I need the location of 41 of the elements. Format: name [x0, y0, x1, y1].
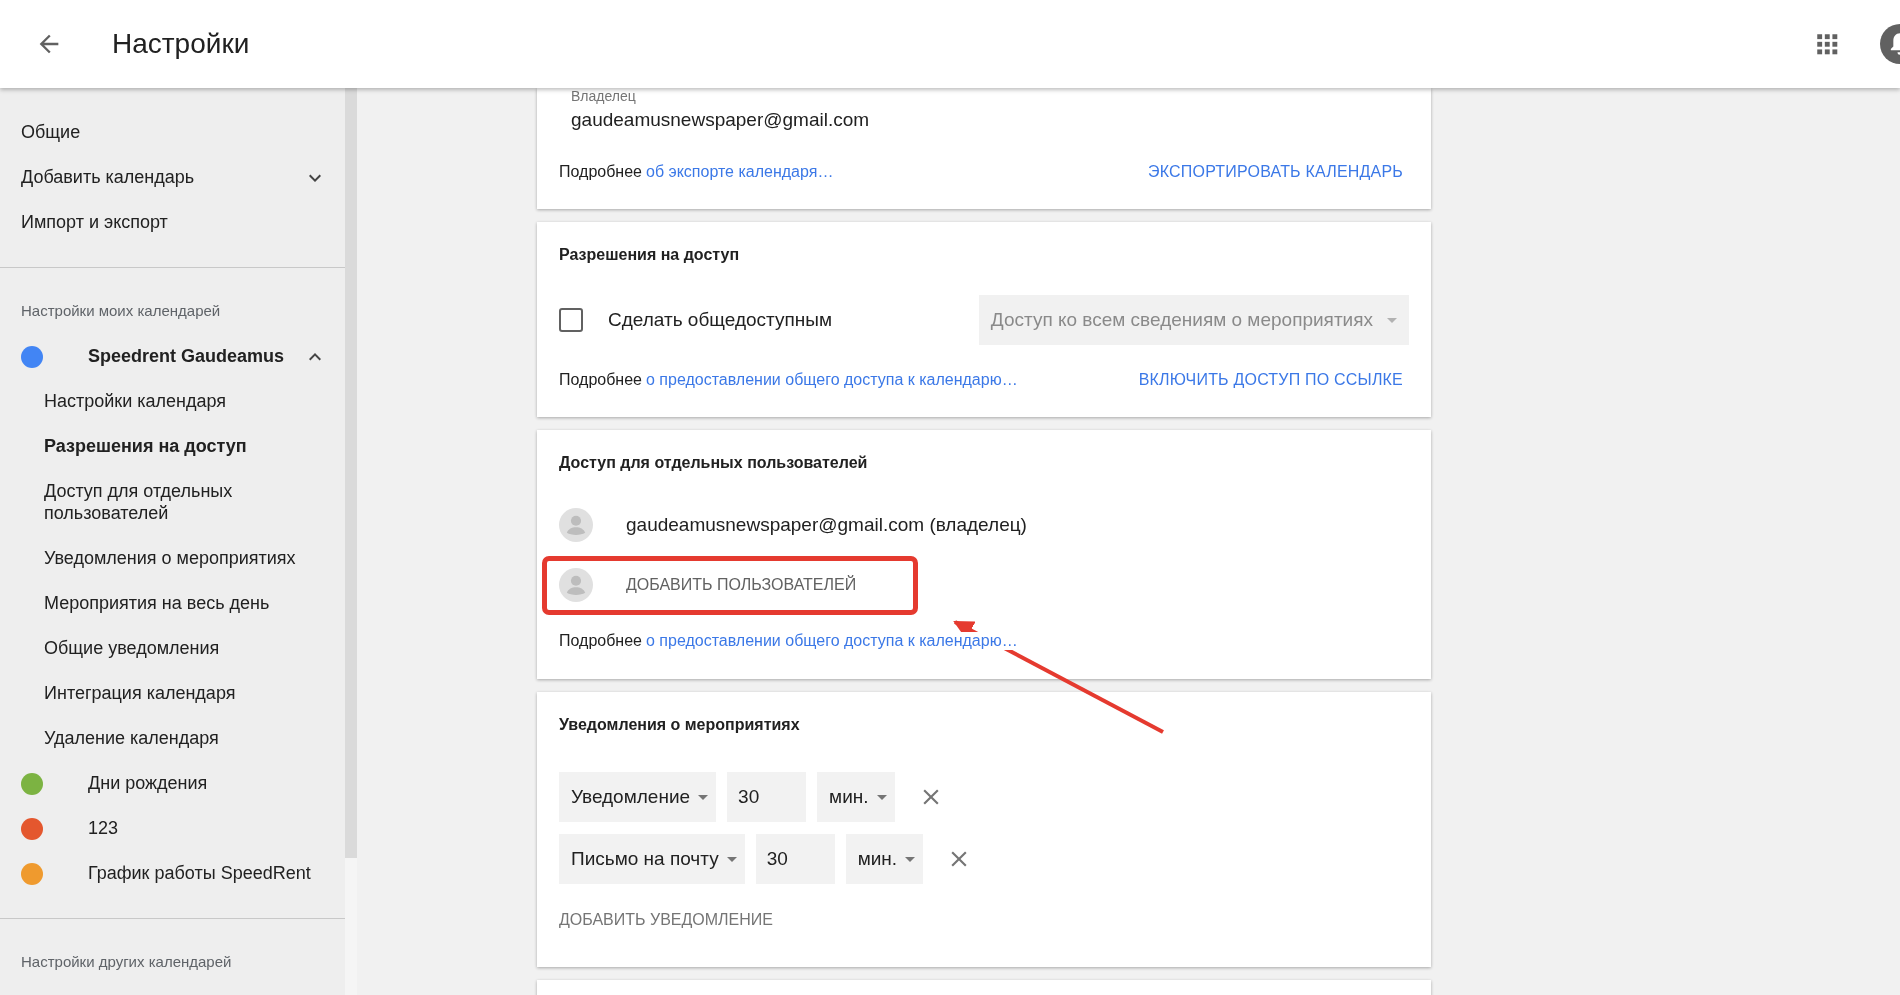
sidebar-item[interactable]: Импорт и экспорт: [0, 200, 345, 245]
sidebar-item[interactable]: Интеграция календаря: [0, 671, 345, 716]
owner-email: gaudeamusnewspaper@gmail.com: [571, 109, 871, 131]
add-users-button[interactable]: ДОБАВИТЬ ПОЛЬЗОВАТЕЛЕЙ: [626, 576, 857, 594]
sidebar-item[interactable]: Разрешения на доступ: [0, 424, 345, 469]
sidebar-item[interactable]: Удаление календаря: [0, 716, 345, 761]
help-text: Подробнее: [559, 163, 642, 180]
help-link[interactable]: об экспорте календаря…: [646, 163, 834, 180]
help-link[interactable]: о предоставлении общего доступа к календарю…: [646, 371, 1018, 388]
sidebar-item[interactable]: Мероприятия на весь день: [0, 581, 345, 626]
calendar-name[interactable]: График работы SpeedRent: [88, 863, 327, 884]
number-field[interactable]: 30: [727, 772, 807, 822]
sidebar-item[interactable]: Общие уведомления: [0, 626, 345, 671]
sidebar-item[interactable]: Добавить календарь: [21, 167, 303, 188]
sidebar-item[interactable]: Настройки календаря: [0, 379, 345, 424]
field-label: Владелец: [571, 88, 637, 104]
help-text: Подробнее: [559, 371, 642, 388]
section-heading: Настройки моих календарей: [20, 301, 222, 321]
notification-type-dropdown[interactable]: Письмо на почту: [559, 834, 745, 884]
page-title: Настройки: [112, 28, 250, 60]
help-link[interactable]: о предоставлении общего доступа к календарю…: [646, 632, 1018, 649]
number-field[interactable]: 30: [755, 834, 835, 884]
calendar-name[interactable]: 123: [88, 818, 327, 839]
sidebar-item[interactable]: Общие: [0, 110, 345, 155]
sidebar-item[interactable]: Доступ для отдельных пользователей: [0, 469, 345, 536]
section-heading: Настройки других календарей: [20, 952, 233, 972]
sidebar-item[interactable]: Уведомления о мероприятиях: [0, 536, 345, 581]
card-title: Уведомления о мероприятиях: [559, 715, 801, 734]
notification-type-dropdown[interactable]: Уведомление: [559, 772, 717, 822]
text-button[interactable]: ВКЛЮЧИТЬ ДОСТУП ПО ССЫЛКЕ: [1138, 371, 1403, 389]
unit-dropdown[interactable]: мин.: [845, 834, 924, 884]
calendar-name[interactable]: Дни рождения: [88, 773, 327, 794]
card-title: Разрешения на доступ: [559, 245, 741, 264]
card-title: Доступ для отдельных пользователей: [559, 453, 869, 472]
help-text: Подробнее: [559, 632, 642, 649]
add-notification-button[interactable]: ДОБАВИТЬ УВЕДОМЛЕНИЕ: [559, 911, 773, 929]
calendar-name[interactable]: Speedrent Gaudeamus: [88, 346, 303, 367]
user-email: gaudeamusnewspaper@gmail.com (владелец): [626, 514, 1027, 536]
text-button[interactable]: ЭКСПОРТИРОВАТЬ КАЛЕНДАРЬ: [1148, 163, 1403, 181]
unit-dropdown[interactable]: мин.: [817, 772, 895, 822]
checkbox-label: Сделать общедоступным: [608, 309, 832, 331]
